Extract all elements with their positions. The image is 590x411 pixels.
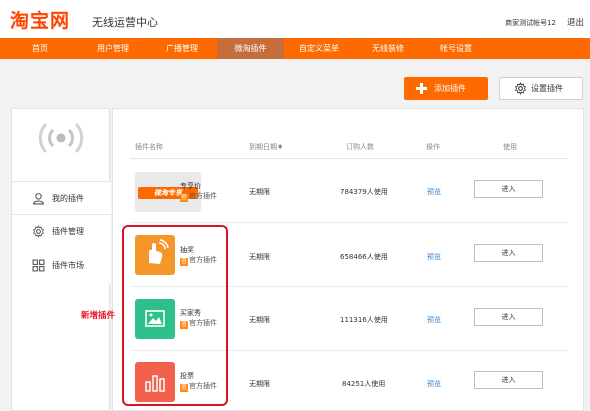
expiry-date: 无期限 (249, 253, 270, 261)
official-badge: 官 (180, 194, 188, 202)
subscriber-count: 784379人使用 (340, 188, 388, 196)
official-plugin-tag: 官官方插件 (180, 192, 217, 202)
column-header-subscribers: 订购人数 (346, 143, 374, 151)
expiry-date: 无期限 (249, 188, 270, 196)
nav-weitao-plugins[interactable]: 微淘插件 (217, 38, 284, 59)
column-header-expiry-date[interactable]: 到期日期♦ (249, 142, 283, 152)
top-bar: 淘宝网 无线运营中心 商家测试帐号12 退出 (0, 0, 590, 38)
main-nav: 首页 用户管理 广播管理 微淘插件 自定义菜单 无线装修 帐号设置 (0, 38, 590, 59)
add-plugin-button[interactable]: 添加插件 (404, 77, 488, 100)
nav-account-settings[interactable]: 帐号设置 (424, 38, 488, 59)
sidebar-item-label: 我的插件 (52, 194, 84, 203)
header-divider (130, 158, 568, 159)
plugin-name: 专享价 (180, 182, 201, 190)
subscriber-count: 84251人使用 (342, 380, 386, 388)
column-header-operation: 操作 (426, 143, 440, 151)
nav-wireless-decoration[interactable]: 无线装修 (356, 38, 420, 59)
broadcast-signal-icon (38, 122, 84, 154)
new-plugins-highlight-box (122, 225, 228, 406)
taobao-logo[interactable]: 淘宝网 (10, 6, 70, 33)
expiry-date: 无期限 (249, 380, 270, 388)
enter-button[interactable]: 进入 (474, 244, 543, 262)
sidebar-item-label: 插件市场 (52, 261, 84, 270)
preview-link[interactable]: 预览 (427, 315, 441, 325)
gear-icon (33, 225, 44, 238)
sidebar: 我的插件 插件管理 插件市场 (11, 108, 111, 411)
subscriber-count: 111316人使用 (340, 316, 388, 324)
plugin-settings-button[interactable]: 设置插件 (499, 77, 583, 100)
sidebar-item-my-plugins[interactable]: 我的插件 (12, 181, 111, 215)
sidebar-item-label: 插件管理 (52, 227, 84, 236)
site-subtitle: 无线运营中心 (92, 16, 158, 29)
nav-user-management[interactable]: 用户管理 (80, 38, 146, 59)
add-plugin-label: 添加插件 (434, 84, 466, 93)
nav-home[interactable]: 首页 (8, 38, 72, 59)
new-plugins-annotation: 新增插件 (81, 311, 116, 321)
plus-icon (416, 83, 427, 94)
enter-button[interactable]: 进入 (474, 308, 543, 326)
plugin-settings-label: 设置插件 (531, 84, 563, 93)
gear-icon (515, 82, 526, 95)
grid-icon (32, 259, 45, 272)
preview-link[interactable]: 预览 (427, 187, 441, 197)
enter-button[interactable]: 进入 (474, 371, 543, 389)
subscriber-count: 658466人使用 (340, 253, 388, 261)
nav-custom-menu[interactable]: 自定义菜单 (286, 38, 352, 59)
column-header-plugin-name[interactable]: 插件名称 (135, 142, 163, 152)
nav-broadcast-management[interactable]: 广播管理 (150, 38, 214, 59)
sidebar-item-plugin-management[interactable]: 插件管理 (12, 215, 111, 249)
user-icon (33, 193, 44, 205)
enter-button[interactable]: 进入 (474, 180, 543, 198)
preview-link[interactable]: 预览 (427, 252, 441, 262)
sidebar-item-plugin-market[interactable]: 插件市场 (12, 249, 111, 283)
logout-link[interactable]: 退出 (567, 16, 584, 28)
row-divider (130, 222, 568, 223)
preview-link[interactable]: 预览 (427, 379, 441, 389)
expiry-date: 无期限 (249, 316, 270, 324)
account-name: 商家测试帐号12 (505, 19, 556, 27)
column-header-use: 使用 (503, 143, 517, 151)
